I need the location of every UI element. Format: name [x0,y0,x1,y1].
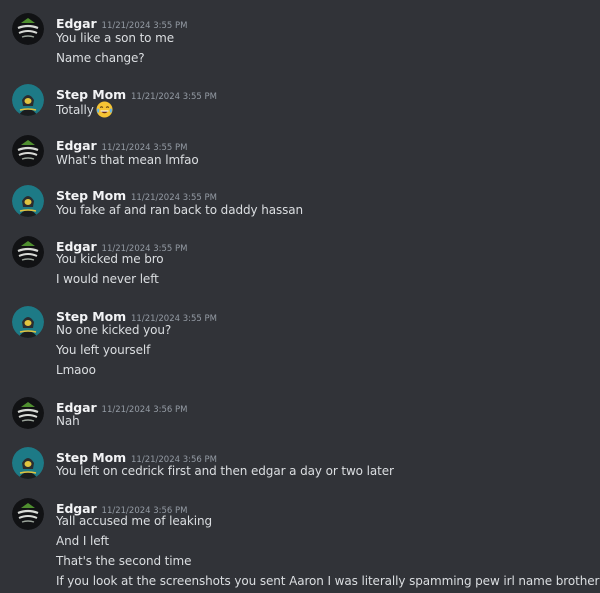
hooded-figure-avatar[interactable] [12,84,44,116]
edgar-logo-avatar[interactable] [12,13,44,45]
message-header: Step Mom 11/21/2024 3:55 PM [56,84,217,102]
message-text-content: Totally [56,103,94,117]
edgar-logo-avatar[interactable] [12,135,44,167]
message-text: And I left [56,534,110,548]
message-header: Edgar 11/21/2024 3:55 PM [56,13,188,31]
author-name[interactable]: Edgar [56,16,97,31]
message-text: Nah [56,414,80,428]
message-text: You left yourself [56,343,151,357]
message-text: What's that mean lmfao [56,153,199,167]
message-text: Name change? [56,51,145,65]
message-header: Edgar 11/21/2024 3:55 PM [56,135,188,153]
author-name[interactable]: Edgar [56,400,97,415]
author-name[interactable]: Edgar [56,138,97,153]
message-header: Edgar 11/21/2024 3:56 PM [56,397,188,415]
message-text: Yall accused me of leaking [56,514,212,528]
edgar-logo-avatar[interactable] [12,498,44,530]
message-text: I would never left [56,272,159,286]
author-name[interactable]: Step Mom [56,309,126,324]
message-header: Step Mom 11/21/2024 3:55 PM [56,306,217,324]
message-text: You left on cedrick first and then edgar… [56,464,394,478]
message-text: You kicked me bro [56,252,164,266]
message-text: If you look at the screenshots you sent … [56,574,600,588]
chat-message-list[interactable]: Edgar 11/21/2024 3:55 PM You like a son t… [0,0,600,593]
author-name[interactable]: Step Mom [56,87,126,102]
message-text: That's the second time [56,554,192,568]
hooded-figure-avatar[interactable] [12,447,44,479]
hooded-figure-avatar[interactable] [12,306,44,338]
message-header: Step Mom 11/21/2024 3:55 PM [56,185,217,203]
message-timestamp: 11/21/2024 3:55 PM [101,143,188,153]
message-timestamp: 11/21/2024 3:55 PM [101,21,188,31]
message-timestamp: 11/21/2024 3:55 PM [131,92,217,102]
message-text: You fake af and ran back to daddy hassan [56,203,304,217]
message-header: Step Mom 11/21/2024 3:56 PM [56,447,217,465]
message-timestamp: 11/21/2024 3:56 PM [101,405,188,415]
author-name[interactable]: Step Mom [56,450,126,465]
message-text: Totally [56,101,113,118]
message-timestamp: 11/21/2024 3:55 PM [131,193,217,203]
message-text: Lmaoo [56,363,96,377]
edgar-logo-avatar[interactable] [12,236,44,268]
hooded-figure-avatar[interactable] [12,185,44,217]
laughing-tears-emoji-icon [96,101,113,118]
edgar-logo-avatar[interactable] [12,397,44,429]
author-name[interactable]: Step Mom [56,188,126,203]
message-text: No one kicked you? [56,323,172,337]
message-text: You like a son to me [56,31,175,45]
